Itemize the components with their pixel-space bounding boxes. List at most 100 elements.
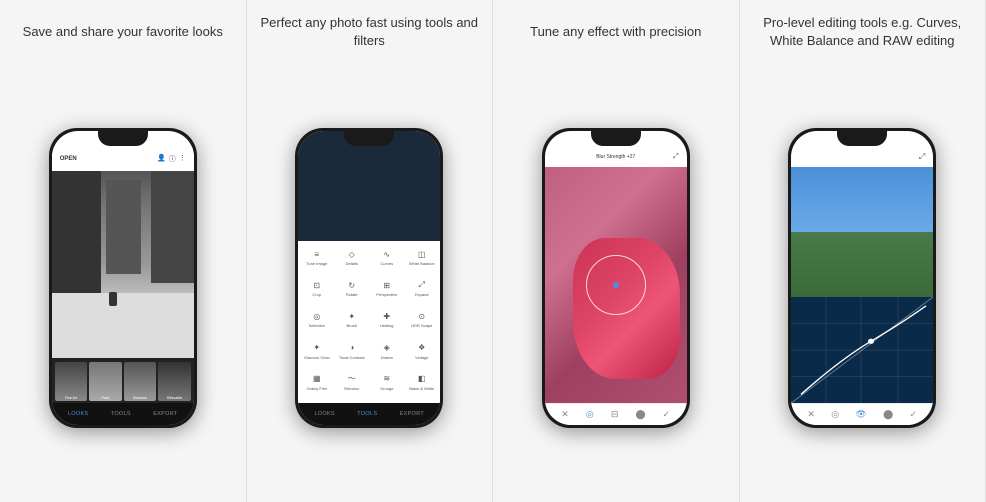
panel-1-caption: Save and share your favorite looks: [23, 12, 223, 52]
tool-curves[interactable]: ∿ Curves: [370, 245, 403, 274]
tool-glamour-glow[interactable]: ✦ Glamour Glow: [300, 339, 333, 368]
tool-tonal-contrast-label: Tonal Contrast: [339, 356, 365, 361]
tool-healing[interactable]: ✚ Healing: [370, 307, 403, 336]
thumb-0[interactable]: Fine Art: [55, 362, 88, 401]
tool-perspective[interactable]: ⊞ Perspective: [370, 276, 403, 305]
building-left: [52, 171, 102, 302]
vintage-icon: ❖: [415, 341, 429, 355]
tab-export-2[interactable]: EXPORT: [400, 411, 424, 417]
crop-icon: ⊡: [310, 278, 324, 292]
tool-rotate[interactable]: ↻ Rotate: [335, 276, 368, 305]
tool-black-white[interactable]: ◧ Black & White: [405, 370, 438, 399]
phone-4: ⤢: [788, 128, 936, 428]
phone-4-main: [791, 167, 933, 403]
top-dark-image: [298, 131, 440, 241]
sky-portion: [791, 167, 933, 232]
tool-grainy-film[interactable]: ▦ Grainy Film: [300, 370, 333, 399]
details-icon: ◇: [345, 247, 359, 261]
check-icon-3[interactable]: ✓: [663, 409, 671, 420]
tool-selective[interactable]: ◎ Selective: [300, 307, 333, 336]
tab-looks-2[interactable]: LOOKS: [314, 411, 334, 417]
tool-tune-image-label: Tune Image: [306, 262, 327, 267]
panel-tools: Perfect any photo fast using tools and f…: [247, 0, 494, 502]
close-icon-4[interactable]: ✕: [807, 409, 815, 420]
curves-icon: ∿: [380, 247, 394, 261]
thumb-3-label: Silhouette: [158, 396, 191, 400]
mask-icon-4[interactable]: ⬤: [883, 409, 893, 420]
tab-tools-2[interactable]: TOOLS: [357, 411, 377, 417]
tool-retrolux[interactable]: 〜 Retrolux: [335, 370, 368, 399]
blur-dot-control[interactable]: [613, 282, 619, 288]
thumb-1[interactable]: Push: [89, 362, 122, 401]
expand-icon-4: ⤢: [919, 152, 925, 162]
check-icon-4[interactable]: ✓: [910, 409, 918, 420]
tool-crop[interactable]: ⊡ Crop: [300, 276, 333, 305]
tools-grid: ≡ Tune Image ◇ Details ∿ Curves ◫ White …: [298, 241, 440, 403]
tool-hdr-scape[interactable]: ⊙ HDR Scape: [405, 307, 438, 336]
tool-vintage-label: Vintage: [415, 356, 429, 361]
panel-pro: Pro-level editing tools e.g. Curves, Whi…: [740, 0, 986, 502]
tool-expand-label: Expand: [415, 293, 429, 298]
mask-icon[interactable]: ⬤: [635, 409, 645, 420]
tool-white-balance[interactable]: ◫ White Balance: [405, 245, 438, 274]
white-balance-icon: ◫: [415, 247, 429, 261]
phone-3-wrapper: Blur Strength +27 ⤢ ✕ ◎ ⊟ ⬤ ✓: [542, 62, 690, 494]
tool-white-balance-label: White Balance: [409, 262, 435, 267]
main-photo: [52, 171, 194, 358]
eye-icon[interactable]: 👁: [855, 409, 866, 420]
phone-3-notch: [591, 128, 641, 146]
phone-4-bottom-bar: ✕ ◎ 👁 ⬤ ✓: [791, 403, 933, 425]
close-icon-3[interactable]: ✕: [561, 409, 569, 420]
snow-scene: [52, 171, 194, 358]
camera-icon[interactable]: ◎: [831, 409, 839, 420]
tool-details[interactable]: ◇ Details: [335, 245, 368, 274]
phone-3-main-photo: [545, 167, 687, 403]
tool-tonal-contrast[interactable]: ◑ Tonal Contrast: [335, 339, 368, 368]
tool-drama[interactable]: ◈ Drama: [370, 339, 403, 368]
building-mid: [106, 180, 142, 274]
expand-icon-3: ⤢: [673, 153, 679, 161]
info-icon: ⓘ: [169, 154, 176, 164]
thumb-2[interactable]: Structure: [124, 362, 157, 401]
blur-tool-icon[interactable]: ◎: [586, 409, 594, 420]
menu-icon: ⋮: [179, 154, 186, 164]
expand-icon: ⤢: [415, 278, 429, 292]
phone-4-topbar: ⤢: [791, 147, 933, 167]
brush-icon: ✦: [345, 309, 359, 323]
phone-3-bottom-bar: ✕ ◎ ⊟ ⬤ ✓: [545, 403, 687, 425]
mountain-portion: [791, 232, 933, 297]
panel-4-caption: Pro-level editing tools e.g. Curves, Whi…: [748, 12, 978, 52]
thumb-0-label: Fine Art: [55, 396, 88, 400]
tab-looks[interactable]: LOOKS: [68, 411, 88, 417]
phone-1-screen: OPEN 👤 ⓘ ⋮: [52, 131, 194, 425]
phone-1: OPEN 👤 ⓘ ⋮: [49, 128, 197, 428]
tool-healing-label: Healing: [380, 324, 394, 329]
tune-image-icon: ≡: [310, 247, 324, 261]
panel-3-caption: Tune any effect with precision: [530, 12, 701, 52]
tool-rotate-label: Rotate: [346, 293, 358, 298]
tool-drama-label: Drama: [381, 356, 393, 361]
topbar-icons: 👤 ⓘ ⋮: [157, 154, 186, 164]
tool-brush-label: Brush: [347, 324, 357, 329]
thumb-3[interactable]: Silhouette: [158, 362, 191, 401]
rotate-icon: ↻: [345, 278, 359, 292]
phone-4-wrapper: ⤢: [788, 62, 936, 494]
glamour-glow-icon: ✦: [310, 341, 324, 355]
phone-3-topbar: Blur Strength +27 ⤢: [545, 147, 687, 167]
phone-4-notch: [837, 128, 887, 146]
tool-curves-label: Curves: [380, 262, 393, 267]
tab-export[interactable]: EXPORT: [153, 411, 177, 417]
tool-vintage[interactable]: ❖ Vintage: [405, 339, 438, 368]
tool-tune-image[interactable]: ≡ Tune Image: [300, 245, 333, 274]
panel-2-caption: Perfect any photo fast using tools and f…: [255, 12, 485, 52]
adjust-icon[interactable]: ⊟: [611, 409, 619, 420]
tool-retrolux-label: Retrolux: [344, 387, 359, 392]
tool-grunge[interactable]: ≋ Grunge: [370, 370, 403, 399]
tool-expand[interactable]: ⤢ Expand: [405, 276, 438, 305]
tool-brush[interactable]: ✦ Brush: [335, 307, 368, 336]
curves-dark-bg: [791, 297, 933, 403]
tool-details-label: Details: [346, 262, 358, 267]
phone-3: Blur Strength +27 ⤢ ✕ ◎ ⊟ ⬤ ✓: [542, 128, 690, 428]
tool-grainy-film-label: Grainy Film: [307, 387, 327, 392]
tab-tools[interactable]: TOOLS: [111, 411, 131, 417]
